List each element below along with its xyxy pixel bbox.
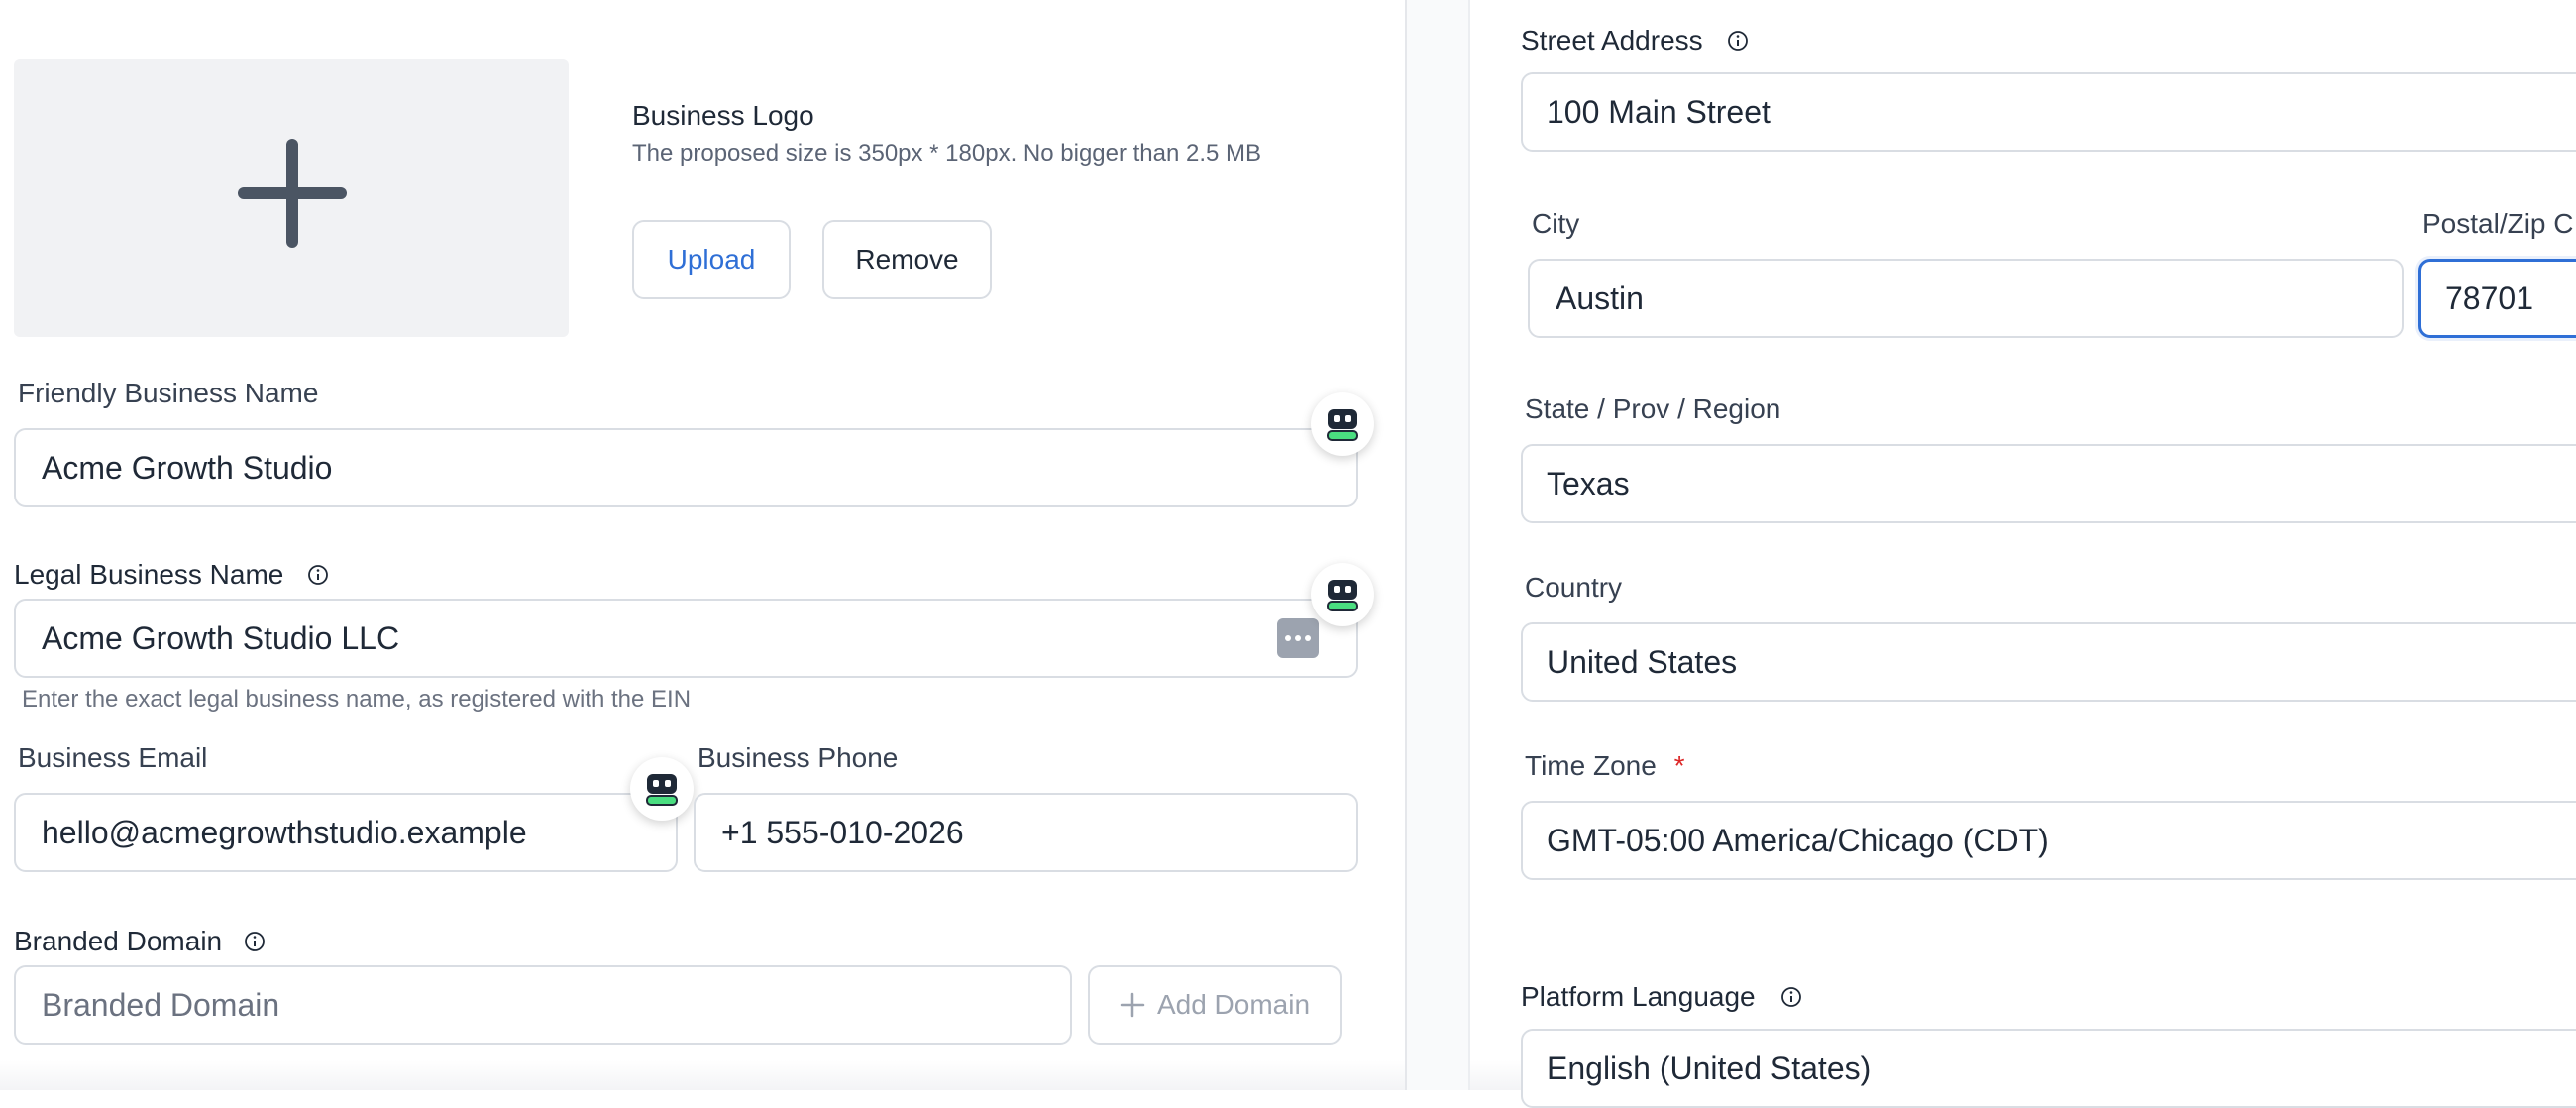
- assistant-bot-button[interactable]: [1311, 563, 1374, 626]
- street-input[interactable]: 100 Main Street: [1521, 72, 2576, 152]
- bottom-fade: [0, 1060, 1405, 1090]
- info-icon: [1728, 31, 1748, 51]
- friendly-name-label: Friendly Business Name: [18, 378, 319, 408]
- logo-hint: The proposed size is 350px * 180px. No b…: [632, 140, 1262, 166]
- plus-icon: [1120, 992, 1145, 1018]
- postal-label: Postal/Zip C: [2422, 208, 2574, 239]
- country-select[interactable]: United States: [1521, 622, 2576, 702]
- language-value: English (United States): [1547, 1051, 1872, 1086]
- assistant-bot-icon: [1327, 409, 1358, 441]
- state-label: State / Prov / Region: [1525, 393, 1781, 424]
- timezone-label: Time Zone *: [1525, 749, 1684, 783]
- legal-name-input[interactable]: Acme Growth Studio LLC: [14, 599, 1358, 678]
- info-icon: [308, 565, 328, 585]
- state-select[interactable]: Texas: [1521, 444, 2576, 523]
- info-icon: [1781, 987, 1801, 1007]
- remove-button[interactable]: Remove: [822, 220, 992, 299]
- timezone-select[interactable]: GMT-05:00 America/Chicago (CDT): [1521, 801, 2576, 880]
- email-input[interactable]: hello@acmegrowthstudio.example: [14, 793, 678, 872]
- logo-title: Business Logo: [632, 100, 814, 131]
- logo-dropzone[interactable]: [14, 59, 569, 337]
- email-label: Business Email: [18, 742, 208, 773]
- country-label: Country: [1525, 572, 1623, 603]
- plus-icon: [238, 139, 347, 248]
- add-domain-label: Add Domain: [1156, 989, 1311, 1020]
- legal-name-label: Legal Business Name: [14, 559, 284, 590]
- language-label: Platform Language: [1521, 981, 1756, 1012]
- street-label: Street Address: [1521, 25, 1703, 55]
- domain-label: Branded Domain: [14, 926, 223, 956]
- assistant-bot-button[interactable]: [1311, 392, 1374, 456]
- city-input[interactable]: Austin: [1528, 259, 2404, 338]
- info-icon: [245, 932, 265, 951]
- phone-input[interactable]: +1 555-010-2026: [694, 793, 1358, 872]
- add-domain-button[interactable]: Add Domain: [1088, 965, 1342, 1045]
- assistant-bot-button[interactable]: [630, 757, 694, 821]
- timezone-label-text: Time Zone: [1525, 750, 1657, 781]
- more-options-button[interactable]: [1277, 618, 1319, 658]
- remove-button-label: Remove: [855, 244, 959, 275]
- more-dots-icon: [1285, 635, 1311, 641]
- legal-name-helper: Enter the exact legal business name, as …: [22, 686, 692, 713]
- friendly-name-input[interactable]: Acme Growth Studio: [14, 428, 1358, 507]
- assistant-bot-icon: [1327, 580, 1358, 611]
- required-mark: *: [1673, 750, 1685, 781]
- postal-input[interactable]: 78701: [2418, 259, 2576, 338]
- phone-label: Business Phone: [698, 742, 899, 773]
- assistant-bot-icon: [646, 774, 678, 806]
- domain-input[interactable]: Branded Domain: [14, 965, 1072, 1045]
- panel-divider: [1405, 0, 1470, 1090]
- city-label: City: [1532, 208, 1580, 239]
- language-select[interactable]: English (United States): [1521, 1029, 2576, 1108]
- upload-button-label: Upload: [667, 244, 756, 275]
- upload-button[interactable]: Upload: [632, 220, 791, 299]
